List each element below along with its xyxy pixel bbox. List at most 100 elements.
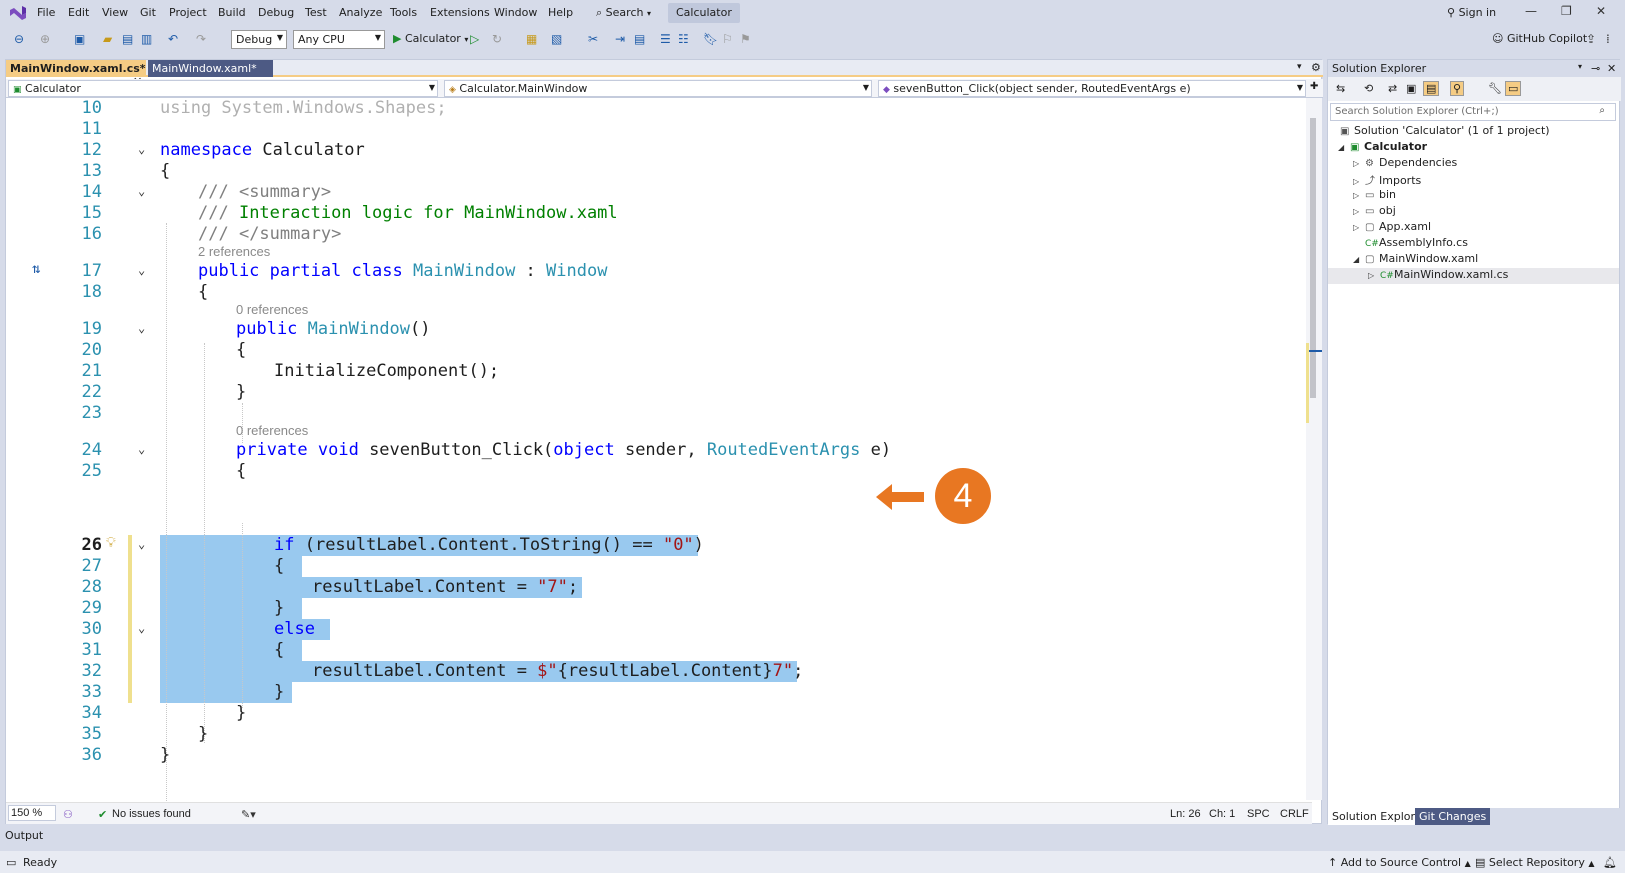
- code-area[interactable]: 10 using System.Windows.Shapes; 11 12 ⌄ nam…: [6, 98, 1312, 803]
- expanded-icon[interactable]: ◢: [1338, 143, 1350, 152]
- codelens-references[interactable]: 2 references: [198, 244, 270, 260]
- platform-select[interactable]: Any CPU ▼: [293, 30, 385, 49]
- notification-icon[interactable]: ▭: [6, 856, 16, 869]
- lightbulb-icon[interactable]: 💡︎: [106, 535, 116, 551]
- tree-imports[interactable]: ▷ ⤴ Imports: [1353, 172, 1421, 188]
- tree-mainwindow-xaml[interactable]: ◢ ▢ MainWindow.xaml: [1353, 252, 1478, 268]
- line-indicator[interactable]: Ln: 26: [1170, 808, 1201, 820]
- settings-gear-icon[interactable]: ⚙: [1311, 61, 1321, 74]
- tree-bin[interactable]: ▷ ▭ bin: [1353, 188, 1396, 204]
- share-icon[interactable]: ⇪: [1586, 32, 1596, 46]
- menu-build[interactable]: Build: [218, 6, 246, 19]
- visual-studio-logo-icon[interactable]: [9, 5, 27, 21]
- layout-icon[interactable]: ▧: [551, 32, 562, 46]
- menu-analyze[interactable]: Analyze: [339, 6, 382, 19]
- bookmark-icon[interactable]: 🔖︎: [703, 32, 718, 46]
- notifications-bell-icon[interactable]: 🔔︎: [1603, 856, 1617, 869]
- collapse-icon[interactable]: ⌄: [138, 184, 145, 198]
- tree-solution[interactable]: ▣ Solution 'Calculator' (1 of 1 project): [1340, 124, 1550, 140]
- show-all-files-icon[interactable]: ▤: [1423, 81, 1440, 96]
- start-without-debugging-icon[interactable]: ▷: [470, 32, 479, 46]
- tree-assemblyinfo[interactable]: C#AssemblyInfo.cs: [1365, 236, 1468, 252]
- zoom-select[interactable]: 150 %: [8, 805, 56, 821]
- run-button[interactable]: ▶ Calculator ▾: [393, 32, 468, 45]
- history-icon[interactable]: ⟲: [1364, 82, 1373, 95]
- vertical-scrollbar[interactable]: [1306, 98, 1322, 800]
- collapse-icon[interactable]: ⌄: [138, 142, 145, 156]
- minimize-button[interactable]: —: [1525, 4, 1537, 18]
- tab-mainwindow-xaml[interactable]: MainWindow.xaml*: [148, 60, 273, 77]
- bookmark-next-icon[interactable]: ⚑: [740, 32, 751, 46]
- github-copilot-button[interactable]: ☺ GitHub Copilot: [1492, 32, 1587, 45]
- menu-git[interactable]: Git: [140, 6, 156, 19]
- project-dropdown[interactable]: ▣ Calculator ▼: [8, 80, 438, 97]
- codelens-references[interactable]: 0 references: [236, 302, 308, 318]
- menu-debug[interactable]: Debug: [258, 6, 294, 19]
- menu-help[interactable]: Help: [548, 6, 573, 19]
- menu-window[interactable]: Window: [494, 6, 537, 19]
- collapsed-icon[interactable]: ▷: [1353, 223, 1365, 232]
- columns-icon[interactable]: ▤: [634, 32, 645, 46]
- collapse-icon[interactable]: ⌄: [138, 442, 145, 456]
- close-panel-icon[interactable]: ✕: [1607, 62, 1616, 75]
- filter-icon[interactable]: ⚲: [1450, 81, 1465, 96]
- solution-search-input[interactable]: Search Solution Explorer (Ctrl+;) ⌕: [1330, 103, 1616, 121]
- undo-icon[interactable]: ↶: [168, 32, 178, 46]
- tree-app-xaml[interactable]: ▷ ▢ App.xaml: [1353, 220, 1431, 236]
- menu-extensions[interactable]: Extensions: [430, 6, 490, 19]
- tab-overflow-icon[interactable]: ▾: [1297, 62, 1302, 72]
- search-menu[interactable]: ⌕ Search ▾: [596, 6, 651, 20]
- sign-in-button[interactable]: ⚲ Sign in: [1447, 6, 1496, 19]
- overflow-icon[interactable]: ⁞: [1606, 32, 1610, 46]
- menu-file[interactable]: File: [37, 6, 55, 19]
- configuration-select[interactable]: Debug ▼: [231, 30, 287, 49]
- tab-git-changes[interactable]: Git Changes: [1415, 808, 1491, 825]
- collapse-icon[interactable]: ⌄: [138, 621, 145, 635]
- tree-project[interactable]: ◢ ▣ Calculator: [1338, 140, 1427, 156]
- tab-mainwindow-xaml-cs[interactable]: MainWindow.xaml.cs* ⊸ ✕: [6, 60, 146, 88]
- forward-icon[interactable]: ⊕: [40, 32, 50, 46]
- properties-icon[interactable]: 🔧︎: [1488, 82, 1502, 95]
- select-repository-button[interactable]: ▤ Select Repository ▲: [1475, 856, 1595, 869]
- tree-mainwindow-xaml-cs[interactable]: ▷ C#MainWindow.xaml.cs: [1328, 268, 1619, 284]
- line-ending-indicator[interactable]: CRLF: [1280, 808, 1309, 820]
- save-all-icon[interactable]: ▥: [141, 32, 152, 46]
- menu-project[interactable]: Project: [169, 6, 207, 19]
- inheritance-margin-icon[interactable]: ⇅: [32, 261, 40, 277]
- panel-dropdown-icon[interactable]: ▾: [1578, 62, 1582, 71]
- split-icon[interactable]: ✚: [1310, 81, 1318, 92]
- hot-reload-icon[interactable]: ↻: [492, 32, 502, 46]
- browse-icon[interactable]: ▦: [526, 32, 537, 46]
- collapsed-icon[interactable]: ▷: [1353, 191, 1365, 200]
- pin-icon[interactable]: ⊸: [1591, 62, 1600, 75]
- menu-edit[interactable]: Edit: [68, 6, 89, 19]
- redo-icon[interactable]: ↷: [196, 32, 206, 46]
- codelens-references[interactable]: 0 references: [236, 423, 308, 439]
- new-project-icon[interactable]: ▣: [74, 32, 85, 46]
- tree-dependencies[interactable]: ▷ ⚙ Dependencies: [1353, 156, 1457, 172]
- expanded-icon[interactable]: ◢: [1353, 255, 1365, 264]
- whitespace-indicator[interactable]: SPC: [1247, 808, 1270, 820]
- member-dropdown[interactable]: ◆ sevenButton_Click(object sender, Route…: [878, 80, 1306, 97]
- menu-view[interactable]: View: [102, 6, 128, 19]
- menu-test[interactable]: Test: [305, 6, 327, 19]
- collapse-all-icon[interactable]: ▣: [1406, 82, 1416, 95]
- close-button[interactable]: ✕: [1596, 4, 1606, 18]
- class-dropdown[interactable]: ◈ Calculator.MainWindow ▼: [444, 80, 872, 97]
- save-icon[interactable]: ▤: [122, 32, 133, 46]
- open-folder-icon[interactable]: ▰: [103, 32, 112, 46]
- issues-status[interactable]: No issues found: [112, 808, 191, 820]
- bookmark-prev-icon[interactable]: ⚐: [722, 32, 733, 46]
- output-panel-tab[interactable]: Output: [0, 826, 1625, 847]
- collapsed-icon[interactable]: ▷: [1368, 271, 1380, 280]
- collapse-icon[interactable]: ⌄: [138, 537, 145, 551]
- collapse-icon[interactable]: ⌄: [138, 321, 145, 335]
- maximize-button[interactable]: ❐: [1561, 4, 1572, 18]
- preview-icon[interactable]: ▭: [1505, 81, 1522, 96]
- tree-obj[interactable]: ▷ ▭ obj: [1353, 204, 1396, 220]
- collapse-icon[interactable]: ⌄: [138, 263, 145, 277]
- collapsed-icon[interactable]: ▷: [1353, 159, 1365, 168]
- collapsed-icon[interactable]: ▷: [1353, 207, 1365, 216]
- collapsed-icon[interactable]: ▷: [1353, 177, 1365, 186]
- switch-views-icon[interactable]: ⇆: [1336, 82, 1345, 95]
